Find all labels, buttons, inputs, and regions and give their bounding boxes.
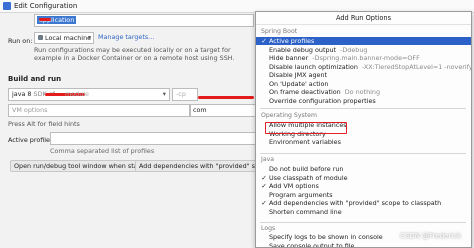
popup-option[interactable]: Disable launch optimization -XX:TieredSto… [256, 63, 471, 71]
popup-option[interactable]: ✓Add VM options [256, 182, 471, 190]
popup-option[interactable]: Disable JMX agent [256, 71, 471, 79]
popup-option-label: Disable launch optimization -XX:TieredSto… [269, 63, 472, 71]
option-text: Save console output to file [269, 242, 354, 248]
option-text: Disable JMX agent [269, 71, 327, 79]
popup-option[interactable]: Shorten command line [256, 208, 471, 216]
option-text: Hide banner [269, 54, 308, 62]
tag-label: Open run/debug tool window when started [14, 162, 151, 170]
option-text: Program arguments [269, 191, 333, 199]
popup-option-label: Hide banner -Dspring.main.banner-mode=OFF [269, 54, 420, 62]
watermark: CSDN @Frederick [400, 232, 461, 240]
option-hint: -XX:TieredStopAtLevel=1 -noverify [362, 63, 472, 71]
popup-option-label: Shorten command line [269, 208, 342, 216]
option-text: Disable launch optimization [269, 63, 358, 71]
option-text: Specify logs to be shown in console [269, 233, 383, 241]
divider [260, 108, 466, 109]
vm-options-field[interactable]: VM options [8, 104, 190, 117]
option-text: Add dependencies with "provided" scope t… [269, 199, 441, 207]
section-java: Java [261, 156, 274, 163]
popup-option[interactable]: ✓Use classpath of module [256, 174, 471, 182]
popup-title: Add Run Options [256, 12, 471, 25]
computer-icon [38, 35, 43, 40]
active-profiles-field[interactable] [50, 132, 258, 145]
check-icon: ✓ [260, 174, 268, 182]
popup-option[interactable]: Enable debug output -Ddebug [256, 46, 471, 54]
build-and-run-heading: Build and run [8, 75, 61, 83]
app-icon [3, 2, 11, 10]
option-text: Override configuration properties [269, 97, 376, 105]
window-title: Edit Configuration [14, 2, 77, 10]
option-hint: -Dspring.main.banner-mode=OFF [312, 54, 420, 62]
redaction-mark [39, 18, 51, 21]
main-class-field[interactable]: com [190, 104, 258, 117]
redaction-mark [198, 96, 254, 99]
popup-option[interactable]: On frame deactivation Do nothing [256, 88, 471, 96]
popup-option-label: Override configuration properties [269, 97, 376, 105]
run-on-select[interactable]: Local machine ▾ [34, 32, 94, 44]
check-icon: ✓ [260, 182, 268, 190]
divider [260, 153, 466, 154]
popup-option[interactable]: Override configuration properties [256, 97, 471, 105]
popup-option-label: Use classpath of module [269, 174, 348, 182]
popup-option-label: Do not build before run [269, 165, 343, 173]
jdk-value: java 8 [12, 90, 32, 98]
section-operating-system: Operating System [261, 112, 317, 119]
popup-option-label: Add VM options [269, 182, 319, 190]
popup-option-label: On 'Update' action [269, 80, 328, 88]
option-text: Enable debug output [269, 46, 336, 54]
popup-option[interactable]: Environment variables [256, 138, 471, 146]
run-on-value: Local machine [45, 34, 91, 42]
popup-option-label: Specify logs to be shown in console [269, 233, 383, 241]
option-text: Add VM options [269, 182, 319, 190]
run-on-description: Run configurations may be executed local… [34, 46, 258, 62]
option-hint: -Ddebug [340, 46, 367, 54]
popup-option[interactable]: Do not build before run [256, 165, 471, 173]
profiles-description: Comma separated list of profiles [50, 147, 154, 155]
popup-option[interactable]: Save console output to file [256, 242, 471, 248]
tag-label: Add dependencies with "provided" scope [139, 162, 270, 170]
popup-option-label: Disable JMX agent [269, 71, 327, 79]
option-hint: Do nothing [345, 88, 380, 96]
vm-options-placeholder: VM options [12, 106, 47, 115]
popup-option-label: Enable debug output -Ddebug [269, 46, 367, 54]
popup-option-label: Add dependencies with "provided" scope t… [269, 199, 441, 207]
popup-option[interactable]: ✓Active profiles [256, 37, 471, 45]
popup-option-label: Active profiles [269, 37, 314, 45]
option-text: On frame deactivation [269, 88, 341, 96]
option-text: Environment variables [269, 138, 341, 146]
field-hints-text: Press Alt for field hints [8, 120, 80, 128]
divider [260, 222, 466, 223]
classpath-text: -cp [176, 90, 186, 99]
popup-option-label: Save console output to file [269, 242, 354, 248]
popup-option[interactable]: ✓Add dependencies with "provided" scope … [256, 199, 471, 207]
option-text: Use classpath of module [269, 174, 348, 182]
popup-option[interactable]: Program arguments [256, 191, 471, 199]
popup-option[interactable]: On 'Update' action [256, 80, 471, 88]
option-text: On 'Update' action [269, 80, 328, 88]
check-icon: ✓ [260, 37, 268, 45]
chevron-down-icon: ▾ [88, 34, 91, 42]
option-text: Do not build before run [269, 165, 343, 173]
classpath-field[interactable]: -cp [172, 88, 198, 101]
popup-option-label: Environment variables [269, 138, 341, 146]
popup-option-label: On frame deactivation Do nothing [269, 88, 380, 96]
active-profiles-label: Active profiles: [8, 136, 55, 144]
option-text: Active profiles [269, 37, 314, 45]
manage-targets-link[interactable]: Manage targets... [98, 32, 154, 42]
popup-option-label: Program arguments [269, 191, 333, 199]
run-on-label: Run on: [8, 37, 32, 45]
name-field[interactable]: application [34, 14, 254, 27]
section-spring-boot: Spring Boot [261, 28, 297, 35]
check-icon: ✓ [260, 199, 268, 207]
annotation-highlight-box [265, 122, 347, 134]
option-text: Shorten command line [269, 208, 342, 216]
main-class-value: com [193, 106, 207, 115]
section-logs: Logs [261, 225, 275, 232]
module-text: module [65, 90, 89, 99]
jdk-select[interactable]: java 8 SDK of module ▾ [8, 88, 170, 101]
popup-option[interactable]: Hide banner -Dspring.main.banner-mode=OFF [256, 54, 471, 62]
chevron-down-icon: ▾ [163, 90, 166, 99]
